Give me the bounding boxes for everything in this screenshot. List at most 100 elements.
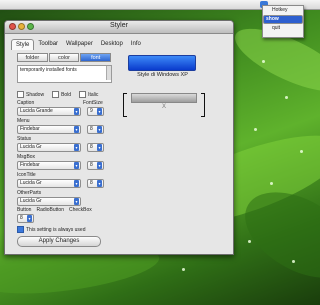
window-title: Styler <box>110 22 128 29</box>
chevron-down-icon: ▾ <box>74 144 79 151</box>
icontitle-size-value: 8 <box>90 180 93 186</box>
icontitle-size-select[interactable]: 8 ▾ <box>87 179 104 188</box>
water-drop <box>182 268 185 271</box>
status-row: Lucida Gr ▾ 8 ▾ <box>17 143 112 152</box>
water-drop <box>262 60 265 63</box>
close-mark: X <box>161 104 166 110</box>
chevron-down-icon: ▾ <box>27 215 32 222</box>
style-preview: Style di Windows XP X <box>120 55 205 150</box>
status-font-select[interactable]: Lucida Gr ▾ <box>17 143 81 152</box>
tab-style[interactable]: Style <box>11 39 35 50</box>
title-bar[interactable]: Styler <box>5 21 233 34</box>
bold-label: Bold <box>61 91 72 98</box>
shadow-label: Shadow <box>26 91 45 98</box>
italic-label: Italic <box>88 91 99 98</box>
menu-size-select[interactable]: 8 ▾ <box>87 125 104 134</box>
caption-label: Caption <box>17 100 35 106</box>
menu-font-select[interactable]: Findebar ▾ <box>17 125 81 134</box>
water-drop <box>300 150 303 153</box>
font-segment[interactable]: font <box>80 53 112 62</box>
chevron-down-icon: ▾ <box>97 162 102 169</box>
otherparts-font-select[interactable]: Lucida Gr ▾ <box>17 197 81 206</box>
window-preview: X <box>123 90 205 118</box>
tab-desktop[interactable]: Desktop <box>97 39 127 50</box>
chevron-down-icon: ▾ <box>74 180 79 187</box>
caption-font-select[interactable]: Lucida Grande ▾ <box>17 107 81 116</box>
tab-info[interactable]: Info <box>127 39 145 50</box>
icontitle-row: Lucida Gr ▾ 8 ▾ <box>17 179 112 188</box>
chevron-down-icon: ▾ <box>97 126 102 133</box>
color-segment[interactable]: color <box>48 53 80 62</box>
tray-menu-show[interactable]: show <box>263 15 303 24</box>
chevron-down-icon: ▾ <box>74 108 79 115</box>
water-drop <box>285 96 288 99</box>
button-size-select[interactable]: 8 ▾ <box>17 214 34 223</box>
tab-wallpaper[interactable]: Wallpaper <box>62 39 97 50</box>
xp-titlebar-preview <box>128 55 196 71</box>
water-drop <box>292 260 295 263</box>
fontsize-label: FontSize <box>83 100 103 106</box>
icontitle-font-value: Lucida Gr <box>20 180 42 186</box>
chevron-down-icon: ▾ <box>97 180 102 187</box>
icontitle-label: IconTitle <box>17 172 36 178</box>
shadow-checkbox[interactable] <box>17 91 24 98</box>
control-size-labels: Button RadioButton CheckBox <box>17 207 112 213</box>
tray-menu-quit[interactable]: quit <box>263 24 303 33</box>
tray-menu: Hotkey show quit <box>262 5 304 38</box>
msgbox-row: Findebar ▾ 8 ▾ <box>17 161 112 170</box>
otherparts-font-value: Lucida Gr <box>20 198 42 204</box>
water-drop <box>254 128 257 131</box>
menu-font-value: Findebar <box>20 126 40 132</box>
msgbox-label: MsgBox <box>17 154 36 160</box>
always-used-row: This setting is always used <box>17 226 112 233</box>
caption-font-value: Lucida Grande <box>20 108 53 114</box>
water-drop <box>270 182 273 185</box>
caption-size-value: 9 <box>90 108 93 114</box>
status-font-value: Lucida Gr <box>20 144 42 150</box>
button-label: Button <box>17 207 32 213</box>
chevron-down-icon: ▾ <box>97 144 102 151</box>
tab-bar: Style Toolbar Wallpaper Desktop Info <box>11 39 145 50</box>
style-checkboxes: Shadow Bold Italic <box>17 91 112 98</box>
status-label: Status <box>17 136 32 142</box>
styler-window: Styler Style Toolbar Wallpaper Desktop I… <box>4 20 234 255</box>
tab-toolbar[interactable]: Toolbar <box>34 39 62 50</box>
folder-segment[interactable]: folder <box>17 53 48 62</box>
style-settings-panel: folder color font temporarily installed … <box>17 51 112 247</box>
button-size-row: 8 ▾ <box>17 214 112 223</box>
menu-size-value: 8 <box>90 126 93 132</box>
bold-checkbox[interactable] <box>52 91 60 98</box>
chevron-down-icon: ▾ <box>97 108 102 115</box>
segmented-control: folder color font <box>17 53 112 62</box>
tray-menu-hotkey[interactable]: Hotkey <box>263 6 303 15</box>
caption-header: Caption FontSize <box>17 100 112 106</box>
status-size-value: 8 <box>90 144 93 150</box>
menu-label: Menu <box>17 118 30 124</box>
italic-checkbox[interactable] <box>79 91 87 98</box>
water-drop <box>248 240 251 243</box>
msgbox-font-value: Findebar <box>20 162 40 168</box>
otherparts-label: OtherParts <box>17 190 42 196</box>
font-list[interactable]: temporarily installed fonts <box>17 65 112 83</box>
always-used-checkbox[interactable] <box>17 226 24 233</box>
apply-changes-button[interactable]: Apply Changes <box>17 236 101 247</box>
icontitle-font-select[interactable]: Lucida Gr ▾ <box>17 179 81 188</box>
msgbox-size-value: 8 <box>90 162 93 168</box>
button-size-value: 8 <box>20 215 23 221</box>
msgbox-size-select[interactable]: 8 ▾ <box>87 161 104 170</box>
chevron-down-icon: ▾ <box>74 198 79 205</box>
chevron-down-icon: ▾ <box>74 162 79 169</box>
font-list-scrollbar[interactable] <box>106 66 111 80</box>
radiobutton-label: RadioButton <box>36 207 64 213</box>
mini-titlebar <box>131 93 197 103</box>
font-list-text: temporarily installed fonts <box>20 67 77 73</box>
otherparts-row: Lucida Gr ▾ <box>17 197 112 206</box>
caption-size-select[interactable]: 9 ▾ <box>87 107 104 116</box>
always-used-label: This setting is always used <box>26 226 86 233</box>
bracket-right <box>201 93 205 117</box>
checkbox-label: CheckBox <box>69 207 92 213</box>
status-size-select[interactable]: 8 ▾ <box>87 143 104 152</box>
chevron-down-icon: ▾ <box>74 126 79 133</box>
style-name: Style di Windows XP <box>137 72 188 78</box>
msgbox-font-select[interactable]: Findebar ▾ <box>17 161 81 170</box>
